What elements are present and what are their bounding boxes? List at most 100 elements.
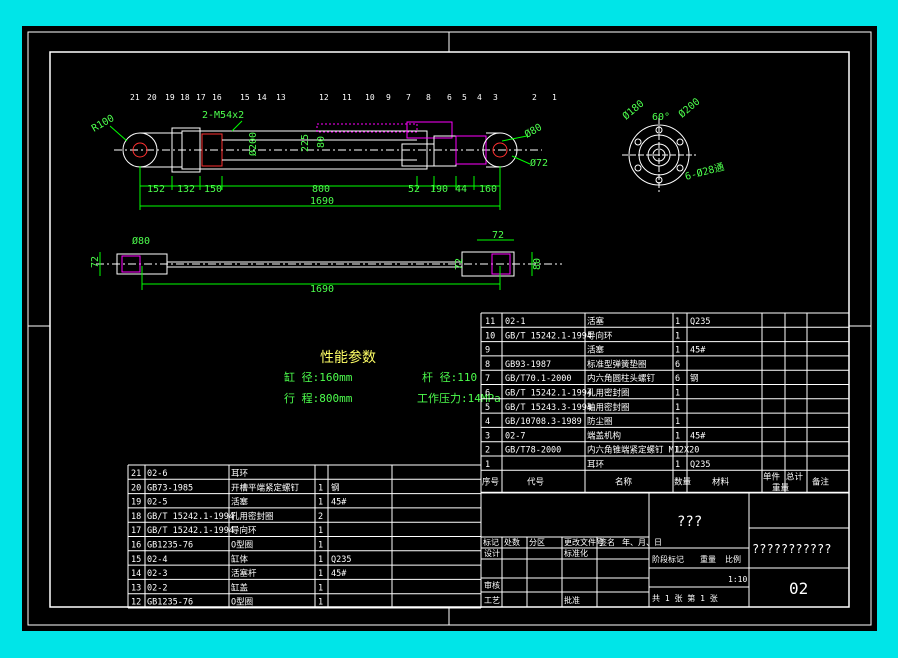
bom-lower-code: 02-2 <box>147 583 167 593</box>
bom-lower-no: 13 <box>131 583 141 593</box>
dim-1690: 1690 <box>310 196 334 207</box>
bom-upper-name: 导向环 <box>587 330 613 341</box>
dim-160: 160 <box>479 184 497 195</box>
bom-lower-no: 15 <box>131 555 141 565</box>
bom-lower-name: 缸盖 <box>231 582 249 593</box>
bom-upper-code: GB/T70.1-2000 <box>505 374 572 384</box>
bom-upper-no: 8 <box>485 360 490 370</box>
bom-upper-qty: 1 <box>675 417 680 427</box>
bom-lower-mat: 45# <box>331 498 347 508</box>
callout-thread: 2-M54x2 <box>202 110 244 121</box>
svg-text:标准化: 标准化 <box>564 548 588 558</box>
rod-dim-72: 72 <box>90 256 101 268</box>
bom-lower-qty: 1 <box>318 598 323 608</box>
bom-header-name: 名称 <box>615 476 633 487</box>
bom-upper-table: 11 02-1 活塞 1 Q23510 GB/T 15242.1-1994导向环 19 活塞 1… <box>480 312 850 493</box>
perf-bore: 缸 径:160mm <box>284 370 353 384</box>
svg-text:10: 10 <box>365 93 375 102</box>
svg-text:6: 6 <box>447 93 452 102</box>
bom-upper-code: 02-1 <box>505 317 525 327</box>
bom-header-weight: 重量 <box>772 482 790 493</box>
bom-lower-code: GB1235-76 <box>147 541 193 551</box>
bom-lower-code: 02-4 <box>147 555 167 565</box>
inner-frame <box>49 51 850 608</box>
bom-lower-table: 21 02-6 耳环20 GB73-1985 开槽平端紧定螺钉 1 钢19 02-5 活塞 1 45… <box>127 464 482 609</box>
rod-dim-d80: Ø80 <box>132 235 150 247</box>
svg-text:60°: 60° <box>652 112 670 123</box>
bom-upper-qty: 1 <box>675 346 680 356</box>
bom-upper-name: 标准型弹簧垫圈 <box>587 359 647 370</box>
bom-lower-name: 缸体 <box>231 554 249 565</box>
bom-upper-name: 内六角锥端紧定螺钉 M12X20 <box>587 445 699 456</box>
bom-lower-mat: 45# <box>331 569 347 579</box>
perf-rod: 杆 径:110 <box>422 370 477 384</box>
callout-d200: Ø200 <box>247 132 259 156</box>
bom-lower-no: 19 <box>131 498 141 508</box>
svg-text:16: 16 <box>212 93 222 102</box>
bom-upper-no: 5 <box>485 403 490 413</box>
bom-upper-qty: 6 <box>675 360 680 370</box>
svg-text:1: 1 <box>552 93 557 102</box>
top-view-dimension-text: 152 132 150 800 52 190 44 160 1690 R100 … <box>90 110 548 207</box>
bom-lower-name: O型圈 <box>231 598 253 608</box>
bom-lower-qty: 1 <box>318 555 323 565</box>
bom-upper-code: GB/T 15242.1-1994 <box>505 331 592 341</box>
bom-lower-qty: 1 <box>318 498 323 508</box>
svg-text:标记: 标记 <box>483 537 499 547</box>
bom-upper-mat: Q235 <box>690 460 710 470</box>
bom-upper-no: 7 <box>485 374 490 384</box>
dim-190: 190 <box>430 184 448 195</box>
svg-text:共 1 张 第 1 张: 共 1 张 第 1 张 <box>652 593 718 603</box>
bom-lower-code: 02-5 <box>147 498 167 508</box>
svg-text:更改文件号: 更改文件号 <box>564 537 604 547</box>
bom-lower-no: 21 <box>131 469 141 479</box>
bom-upper-no: 6 <box>485 389 490 399</box>
svg-text:Ø180: Ø180 <box>620 98 646 123</box>
bom-upper-code: 02-7 <box>505 431 525 441</box>
svg-text:1:10: 1:10 <box>728 575 747 584</box>
bom-lower-code: GB/T 15242.1-1994 <box>147 512 234 522</box>
svg-text:分区: 分区 <box>529 538 545 547</box>
dim-132: 132 <box>177 184 195 195</box>
bom-upper-no: 2 <box>485 446 490 456</box>
bom-lower-no: 16 <box>131 541 141 551</box>
rod-side-view <box>96 251 562 277</box>
bom-upper-qty: 1 <box>675 446 680 456</box>
bom-upper-no: 3 <box>485 431 490 441</box>
cylinder-assembly-view <box>114 121 542 173</box>
bom-lower-qty: 1 <box>318 526 323 536</box>
callout-225: 225 <box>300 134 311 152</box>
bom-lower-name: 耳环 <box>231 469 249 479</box>
bom-lower-name: 导向环 <box>231 525 257 536</box>
bom-upper-mat: 45# <box>690 346 706 356</box>
bom-upper-name: 活塞 <box>587 316 605 327</box>
bom-upper-qty: 1 <box>675 460 680 470</box>
performance-parameters: 性能参数 缸 径:160mm 杆 径:110 行 程:800mm 工作压力:14… <box>284 349 501 405</box>
svg-text:8: 8 <box>426 93 431 102</box>
bom-lower-no: 14 <box>131 569 141 579</box>
bom-lower-name: O型圈 <box>231 541 253 551</box>
perf-stroke: 行 程:800mm <box>284 392 353 405</box>
bom-upper-qty: 1 <box>675 317 680 327</box>
perf-title: 性能参数 <box>320 349 376 366</box>
bom-upper-no: 10 <box>485 331 495 341</box>
bom-lower-qty: 1 <box>318 583 323 593</box>
bom-upper-name: 孔用密封圈 <box>587 388 630 399</box>
dim-800: 800 <box>312 184 330 195</box>
bom-lower-name: 活塞杆 <box>231 568 257 579</box>
svg-text:20: 20 <box>147 93 157 102</box>
svg-text:15: 15 <box>240 93 250 102</box>
bom-upper-no: 11 <box>485 317 495 327</box>
svg-text:19: 19 <box>165 93 175 102</box>
bom-lower-no: 12 <box>131 598 141 608</box>
bom-header-qty: 数量 <box>674 476 692 487</box>
dim-152: 152 <box>147 184 165 195</box>
bom-lower-name: 孔用密封圈 <box>231 511 274 522</box>
drawing-number: 02 <box>789 579 808 598</box>
rod-dim-72b: 72 <box>492 230 504 241</box>
svg-text:3: 3 <box>493 93 498 102</box>
svg-text:设计: 设计 <box>484 548 500 558</box>
bom-lower-mat: 钢 <box>331 482 340 493</box>
bom-upper-mat: 45# <box>690 431 706 441</box>
bom-upper-code: GB/10708.3-1989 <box>505 417 582 427</box>
